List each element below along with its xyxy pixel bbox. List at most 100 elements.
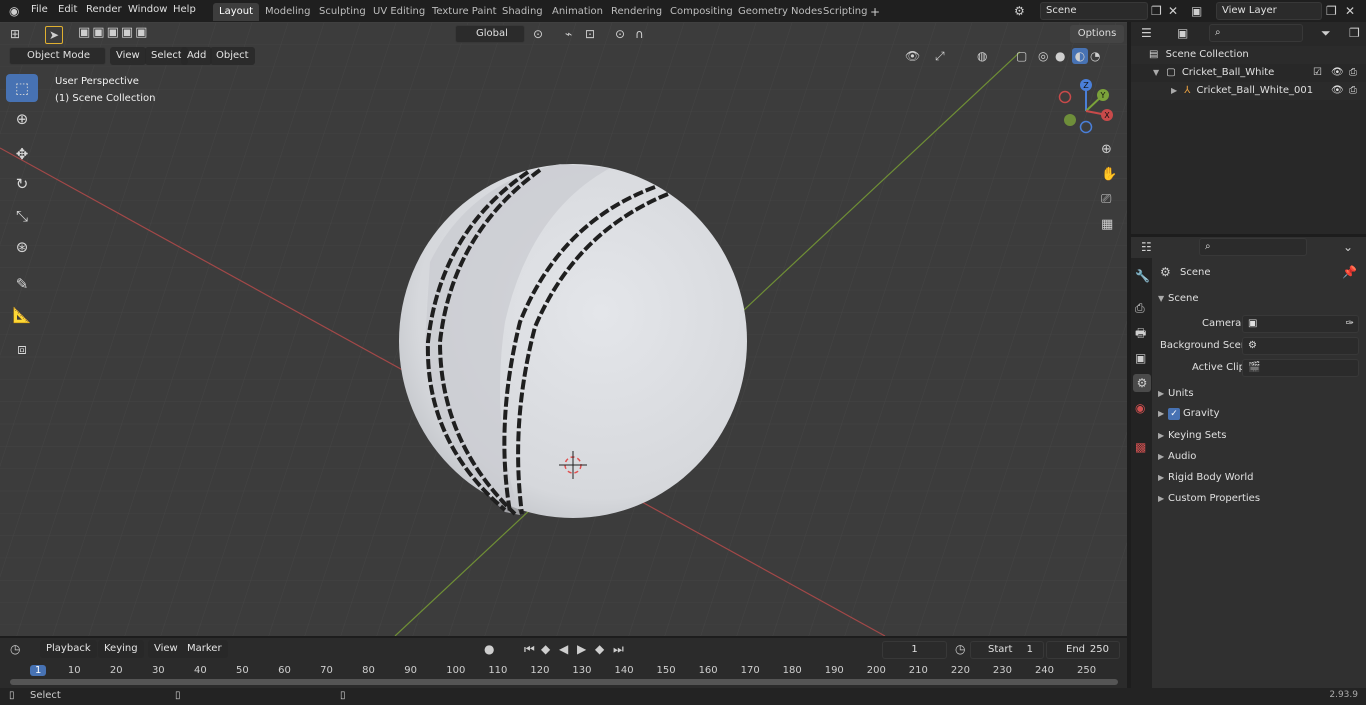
world-tab-icon[interactable]: ◉ (1135, 402, 1145, 414)
add-cube-tool[interactable]: ⧈ (6, 335, 38, 363)
end-frame-field[interactable]: End 250 (1046, 641, 1120, 659)
jump-end-icon[interactable]: ⏭ (613, 643, 624, 655)
eye-icon[interactable]: 👁 (1331, 64, 1344, 82)
shading-material-icon[interactable]: ◐ (1072, 48, 1088, 64)
pivot-icon[interactable]: ⊙ (533, 28, 543, 40)
current-frame-marker[interactable]: 1 (30, 665, 47, 676)
audio-panel-header[interactable]: ▶ Audio (1158, 451, 1196, 462)
texture-tab-icon[interactable]: ▩ (1135, 441, 1146, 453)
snap-target-icon[interactable]: ⊡ (585, 28, 595, 40)
checkbox-icon[interactable]: ☑ (1313, 64, 1322, 82)
select-tool[interactable]: ⬚ (6, 74, 38, 102)
timeline-editor-icon[interactable]: ◷ (10, 643, 20, 655)
tab-sculpting[interactable]: Sculpting (313, 3, 372, 21)
overlay-toggle-icon[interactable]: ◍ (977, 50, 987, 62)
play-icon[interactable]: ▶ (577, 643, 586, 655)
options-dropdown[interactable]: Options (1070, 25, 1124, 43)
view-layer-tab-icon[interactable]: ▣ (1135, 352, 1146, 364)
timeline-view-menu[interactable]: View (148, 640, 184, 658)
render-tab-icon[interactable]: ⎙ (1135, 302, 1145, 314)
tab-shading[interactable]: Shading (496, 3, 549, 21)
outliner-editor-icon[interactable]: ☰ (1141, 27, 1152, 39)
menu-window[interactable]: Window (128, 4, 167, 15)
background-scene-field[interactable]: ⚙ (1242, 337, 1359, 355)
eye-icon[interactable]: 👁 (1331, 82, 1344, 100)
next-keyframe-icon[interactable]: ◆ (595, 643, 604, 655)
new-view-layer-icon[interactable]: ❐ (1326, 5, 1337, 17)
gizmo-toggle-icon[interactable]: ⤢ (935, 50, 945, 62)
prev-keyframe-icon[interactable]: ◆ (541, 643, 550, 655)
tab-modeling[interactable]: Modeling (259, 3, 317, 21)
shading-rendered-icon[interactable]: ◔ (1090, 50, 1100, 62)
scene-name-field[interactable]: Scene (1040, 2, 1148, 20)
units-panel-header[interactable]: ▶ Units (1158, 388, 1194, 399)
menu-add[interactable]: Add (181, 47, 213, 65)
camera-icon[interactable]: ⎙ (1349, 64, 1357, 82)
marker-menu[interactable]: Marker (181, 640, 228, 658)
keying-menu[interactable]: Keying (98, 640, 144, 658)
rigid-body-world-panel-header[interactable]: ▶ Rigid Body World (1158, 472, 1253, 483)
ortho-grid-icon[interactable]: ▦ (1101, 218, 1113, 231)
select-box-icon[interactable]: ➤ (45, 26, 63, 44)
navigation-gizmo[interactable]: Z Y X (1053, 74, 1123, 144)
properties-options-icon[interactable]: ⌄ (1343, 241, 1353, 253)
menu-render[interactable]: Render (86, 4, 122, 15)
menu-object[interactable]: Object (210, 47, 255, 65)
view-layer-icon[interactable]: ▣ (1191, 5, 1202, 17)
menu-help[interactable]: Help (173, 4, 196, 15)
timeline-scrollbar[interactable] (10, 679, 1118, 685)
keying-sets-panel-header[interactable]: ▶ Keying Sets (1158, 430, 1226, 441)
current-frame-field[interactable]: 1 (882, 641, 947, 659)
blender-logo-icon[interactable]: ◉ (9, 5, 19, 17)
new-scene-icon[interactable]: ❐ (1151, 5, 1162, 17)
editor-type-icon[interactable]: ⊞ (10, 28, 20, 40)
output-tab-icon[interactable]: 🖶 (1135, 327, 1146, 339)
filter-icon[interactable]: ⏷ (1321, 27, 1331, 39)
annotate-tool[interactable]: ✎ (6, 270, 38, 298)
viewport-scene[interactable] (0, 22, 1127, 636)
scene-panel-header[interactable]: ▼ Scene (1158, 293, 1199, 304)
preview-range-icon[interactable]: ◷ (955, 643, 965, 655)
xray-icon[interactable]: ▢ (1016, 50, 1027, 62)
pin-icon[interactable]: 📌 (1342, 266, 1357, 278)
outliner-item[interactable]: ▼ ▢ Cricket_Ball_White ☑ 👁 ⎙ (1131, 64, 1366, 82)
visibility-icon[interactable]: 👁 (905, 50, 920, 62)
eyedropper-icon[interactable]: ✑ (1346, 316, 1354, 332)
zoom-icon[interactable]: ⊕ (1101, 143, 1112, 156)
shading-wireframe-icon[interactable]: ◎ (1038, 50, 1048, 62)
camera-icon[interactable]: ⎙ (1349, 82, 1357, 100)
transform-tool[interactable]: ⊛ (6, 233, 38, 261)
view-layer-field[interactable]: View Layer (1216, 2, 1322, 20)
shading-solid-icon[interactable]: ● (1055, 50, 1065, 62)
active-clip-field[interactable]: 🎬 (1242, 359, 1359, 377)
tab-layout[interactable]: Layout (213, 3, 259, 21)
tab-texture-paint[interactable]: Texture Paint (426, 3, 503, 21)
tab-scripting[interactable]: Scripting (817, 3, 873, 21)
menu-edit[interactable]: Edit (58, 4, 77, 15)
falloff-icon[interactable]: ∩ (635, 28, 644, 40)
new-collection-icon[interactable]: ❐ (1349, 27, 1360, 39)
gravity-checkbox[interactable]: ✓ (1168, 408, 1180, 420)
menu-view[interactable]: View (110, 47, 146, 65)
snap-icon[interactable]: ⌁ (565, 28, 572, 40)
jump-start-icon[interactable]: ⏮ (524, 643, 535, 655)
custom-properties-panel-header[interactable]: ▶ Custom Properties (1158, 493, 1260, 504)
expand-icon[interactable]: ▼ (1153, 64, 1163, 82)
properties-editor-icon[interactable]: ☷ (1141, 241, 1152, 253)
tab-animation[interactable]: Animation (546, 3, 609, 21)
scene-icon[interactable]: ⚙ (1014, 5, 1025, 17)
outliner-item[interactable]: ▶ ⅄ Cricket_Ball_White_001 👁 ⎙ (1131, 82, 1366, 100)
tab-compositing[interactable]: Compositing (664, 3, 739, 21)
add-workspace-icon[interactable]: + (870, 6, 880, 18)
record-icon[interactable]: ● (484, 643, 494, 655)
delete-scene-icon[interactable]: ✕ (1168, 5, 1178, 17)
outliner-search-input[interactable]: ⌕ (1209, 24, 1303, 42)
mode-set-icon[interactable]: ▣▣▣▣▣ (78, 26, 149, 39)
expand-icon[interactable]: ▶ (1171, 82, 1181, 100)
move-tool[interactable]: ✥ (6, 140, 38, 168)
camera-field[interactable]: ▣ ✑ (1242, 315, 1359, 333)
tab-uv-editing[interactable]: UV Editing (367, 3, 431, 21)
object-mode-dropdown[interactable]: Object Mode (9, 47, 106, 65)
scene-tab-icon[interactable]: ⚙ (1133, 374, 1151, 392)
play-reverse-icon[interactable]: ◀ (559, 643, 568, 655)
